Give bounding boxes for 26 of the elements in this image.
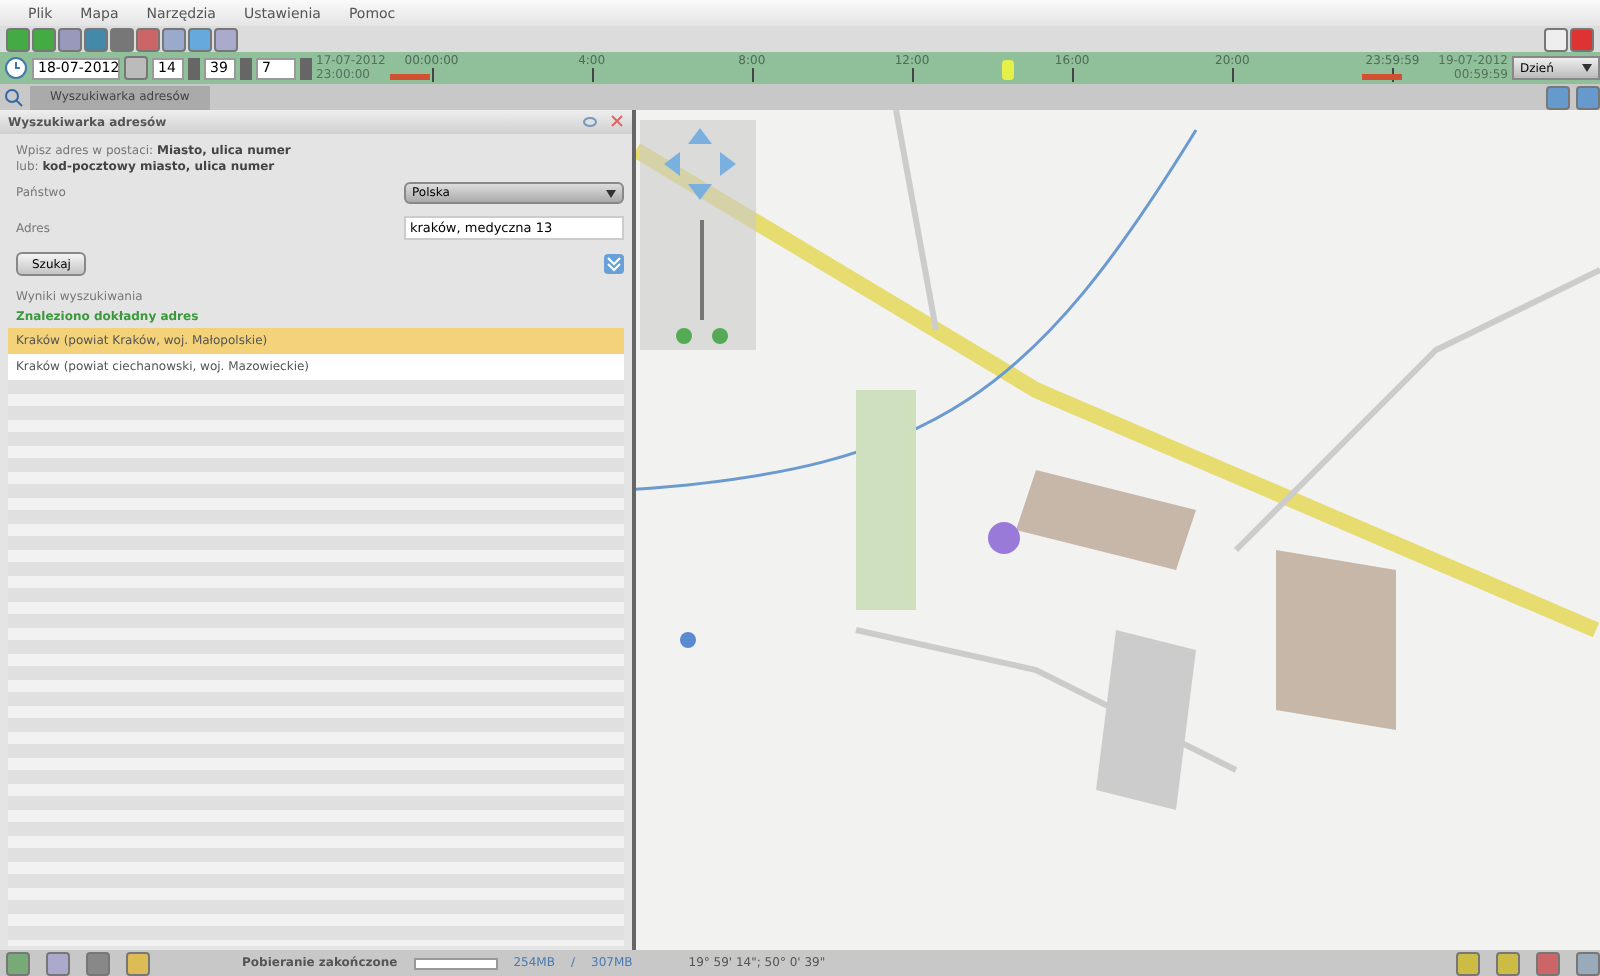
time-cursor[interactable] xyxy=(1002,60,1015,80)
range-marker xyxy=(1361,74,1402,80)
chevron-icon[interactable] xyxy=(604,254,624,274)
tray-icon[interactable] xyxy=(1456,951,1480,975)
range-marker xyxy=(389,74,430,80)
toolbar-icon[interactable] xyxy=(58,27,82,51)
caret-icon xyxy=(1582,64,1592,72)
tray-icon[interactable] xyxy=(1496,951,1520,975)
status-icon[interactable] xyxy=(126,951,150,975)
toolbar-icon[interactable] xyxy=(110,27,134,51)
toolbar-icon[interactable] xyxy=(32,27,56,51)
close-icon[interactable] xyxy=(610,114,624,128)
status-icon[interactable] xyxy=(46,951,70,975)
status-icon[interactable] xyxy=(86,951,110,975)
tray-icon[interactable] xyxy=(1576,951,1600,975)
toolbar-icon[interactable] xyxy=(214,27,238,51)
caret-icon xyxy=(606,189,616,197)
clock-icon[interactable] xyxy=(4,56,28,80)
toolbar-icon[interactable] xyxy=(136,27,160,51)
search-icon xyxy=(4,87,24,107)
toolbar-icon[interactable] xyxy=(162,27,186,51)
tray-icon[interactable] xyxy=(1536,951,1560,975)
toolbar-icon[interactable] xyxy=(84,27,108,51)
toolbar-icon[interactable] xyxy=(188,27,212,51)
toolbar-icon[interactable] xyxy=(6,27,30,51)
status-icon[interactable] xyxy=(6,951,30,975)
